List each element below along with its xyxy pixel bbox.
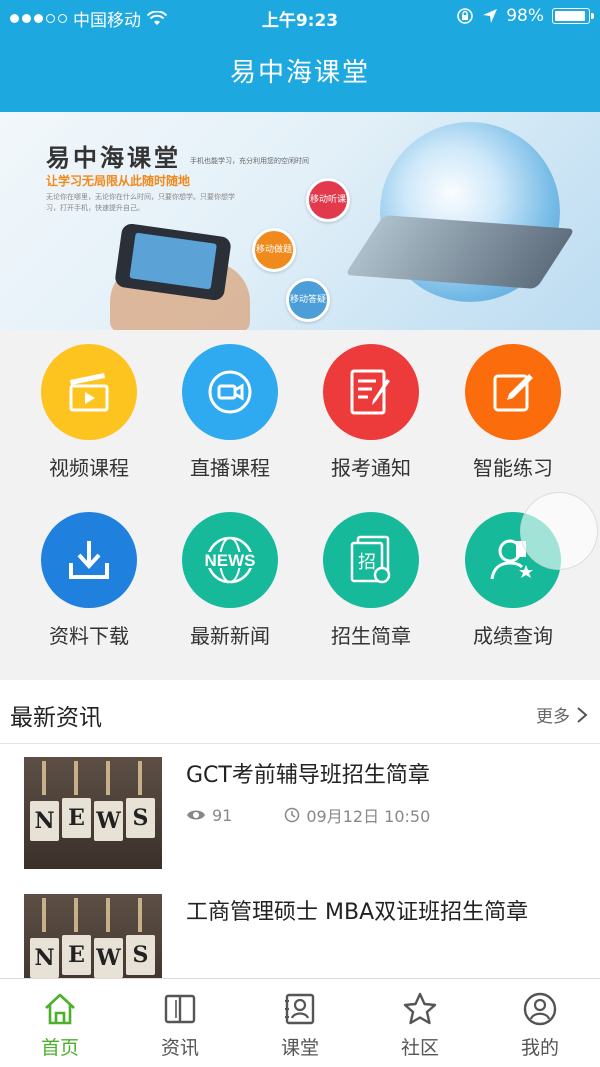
download-icon [41, 512, 137, 608]
banner-tagline: 手机也能学习，充分利用您的空闲时间 [190, 157, 309, 165]
book-icon [164, 994, 196, 1024]
top-bar: 中国移动 上午9:23 98% 易中海课堂 [0, 0, 600, 112]
menu-label: 直播课程 [190, 456, 270, 480]
tab-home[interactable]: 首页 [0, 979, 120, 1067]
user-icon [523, 992, 557, 1026]
banner-bubble: 移动做题 [252, 228, 296, 272]
menu-label: 成绩查询 [473, 624, 553, 648]
classroom-icon [285, 993, 315, 1025]
tab-community[interactable]: 社区 [360, 979, 480, 1067]
battery-icon [552, 8, 594, 24]
tab-label: 课堂 [280, 1037, 319, 1059]
news-section-title: 最新资讯 [10, 705, 102, 731]
rotation-lock-icon [457, 8, 474, 24]
menu-smart-practice[interactable]: 智能练习 [438, 330, 588, 500]
banner-slogan: 让学习无局限从此随时随地 [46, 174, 191, 188]
page-title: 易中海课堂 [229, 58, 370, 88]
chevron-right-icon [577, 706, 588, 723]
news-title: GCT考前辅导班招生简章 [186, 763, 430, 788]
menu-label: 智能练习 [473, 456, 553, 480]
menu-latest-news[interactable]: NEWS 最新新闻 [155, 498, 305, 668]
tab-label: 资讯 [160, 1037, 199, 1059]
tab-label: 社区 [400, 1037, 439, 1059]
menu-exam-notice[interactable]: 报考通知 [296, 330, 446, 500]
news-thumbnail: N E W S [24, 894, 162, 978]
svg-text:NEWS: NEWS [205, 551, 256, 570]
menu-label: 最新新闻 [190, 624, 270, 648]
news-globe-icon: NEWS [182, 512, 278, 608]
news-title: 工商管理硕士 MBA双证班招生简章 [186, 900, 529, 925]
location-icon [483, 9, 498, 23]
menu-label: 视频课程 [49, 456, 129, 480]
menu-video-courses[interactable]: 视频课程 [14, 330, 164, 500]
tab-mine[interactable]: 我的 [480, 979, 600, 1067]
admission-doc-icon: 招 [323, 512, 419, 608]
menu-label: 资料下载 [49, 624, 129, 648]
feature-grid: 视频课程 直播课程 报考通知 智能练习 资料下载 NEWS 最新新闻 招 招生简… [0, 330, 600, 680]
news-date: 09月12日 10:50 [306, 807, 431, 826]
banner-title: 易中海课堂 [46, 144, 181, 172]
banner[interactable]: 易中海课堂 手机也能学习，充分利用您的空闲时间 让学习无局限从此随时随地 无论你… [0, 112, 600, 330]
edit-icon [465, 344, 561, 440]
more-label: 更多 [536, 707, 570, 727]
banner-bubble: 移动答疑 [286, 278, 330, 322]
banner-description: 无论你在哪里，无论你在什么时间，只要你想学。只要你想学习，打开手机，快速提升自己… [46, 193, 235, 212]
notice-pen-icon [323, 344, 419, 440]
menu-live-courses[interactable]: 直播课程 [155, 330, 305, 500]
news-section-header: 最新资讯 更多 [0, 680, 600, 744]
tab-label: 首页 [40, 1037, 79, 1059]
menu-admission[interactable]: 招 招生简章 [296, 498, 446, 668]
news-item[interactable]: N E W S 工商管理硕士 MBA双证班招生简章 [0, 884, 600, 978]
clapperboard-icon [41, 344, 137, 440]
battery-percent: 98% [506, 6, 544, 26]
news-views: 91 [212, 805, 233, 825]
menu-label: 招生简章 [331, 624, 411, 648]
news-thumbnail: N E W S [24, 757, 162, 869]
menu-label: 报考通知 [331, 456, 411, 480]
bottom-tab-bar: 首页 资讯 课堂 社区 我的 [0, 978, 600, 1067]
clock-icon [285, 807, 300, 823]
news-item[interactable]: N E W S GCT考前辅导班招生简章 91 09月12日 10:50 [0, 745, 600, 885]
menu-downloads[interactable]: 资料下载 [14, 498, 164, 668]
home-icon [45, 993, 75, 1025]
news-meta: 91 09月12日 10:50 [186, 803, 430, 827]
more-news-link[interactable]: 更多 [536, 702, 588, 727]
star-icon [403, 992, 437, 1025]
tablet-graphic [344, 215, 576, 289]
video-camera-icon [182, 344, 278, 440]
svg-text:招: 招 [358, 552, 376, 573]
floating-assistive-button[interactable] [520, 492, 598, 570]
banner-bubble: 移动听课 [306, 178, 350, 222]
tab-news[interactable]: 资讯 [120, 979, 240, 1067]
tab-classroom[interactable]: 课堂 [240, 979, 360, 1067]
tab-label: 我的 [520, 1037, 559, 1059]
status-right: 98% [456, 6, 594, 26]
status-bar: 中国移动 上午9:23 98% [0, 0, 600, 34]
eye-icon [187, 810, 205, 820]
